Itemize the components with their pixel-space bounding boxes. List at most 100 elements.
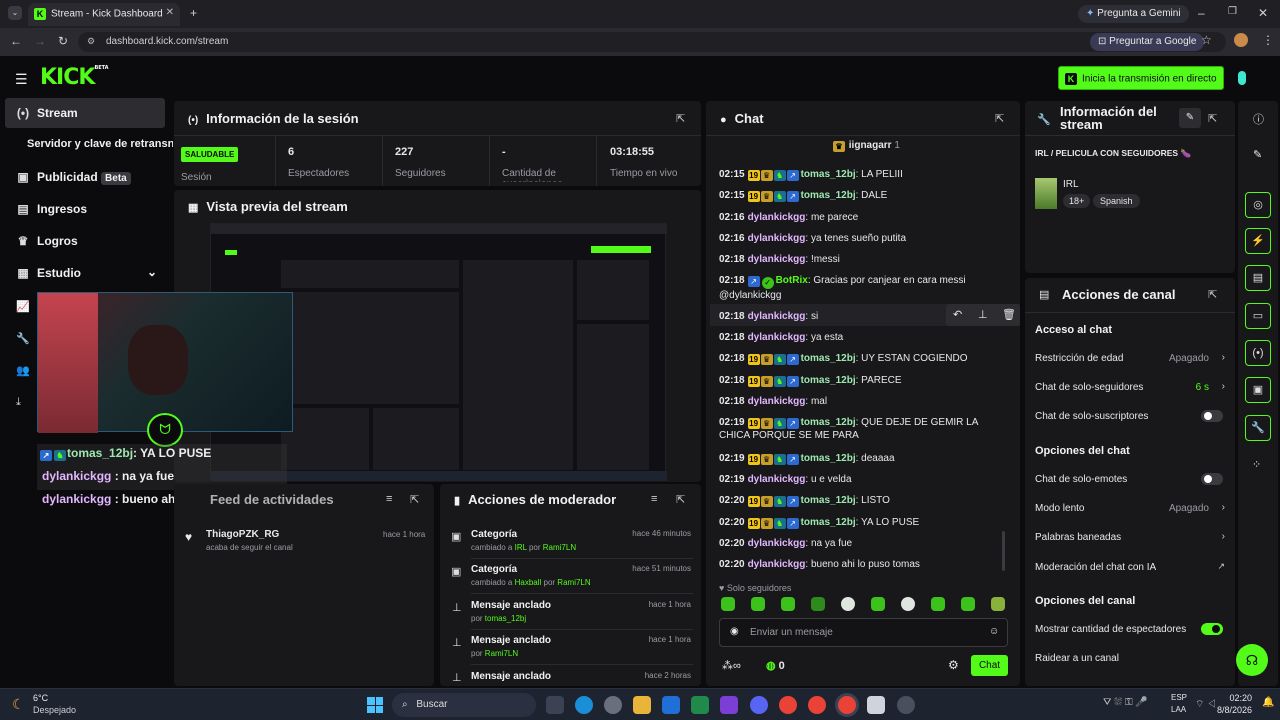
browser-tab[interactable]: K Stream - Kick Dashboard ✕ [28,3,180,26]
setting-banned-words[interactable]: Palabras baneadas › [1035,531,1225,543]
msg-user[interactable]: tomas_12bj [801,190,856,201]
edge-icon[interactable] [575,696,593,714]
setting-followers-only[interactable]: Chat de solo-seguidores 6 s › [1035,381,1225,393]
emotes-only-toggle[interactable] [1201,473,1223,485]
msg-user[interactable]: tomas_12bj [801,453,856,464]
pencil-icon[interactable]: ✎ [1253,148,1262,161]
support-headset-icon[interactable]: ☊ [1236,644,1268,676]
pin-message-icon[interactable]: ⊥ [978,308,988,321]
ask-google-button[interactable]: ⊡ Preguntar a Google [1090,33,1205,51]
taskbar-search[interactable]: ⌕ Buscar [392,693,536,717]
go-live-button[interactable]: K Inicia la transmisión en directo [1058,66,1224,90]
emote-icon[interactable] [841,597,855,611]
msg-user[interactable]: tomas_12bj [801,517,856,528]
emote-icon[interactable] [991,597,1005,611]
more-dots-icon[interactable]: ⁘ [1252,458,1261,471]
camera-button[interactable]: ◎ [1245,192,1271,218]
expand-icon[interactable]: ⇱ [1208,112,1217,125]
sidebar-item-income[interactable]: ▤ Ingresos [5,194,165,224]
maximize-icon[interactable]: ❐ [1228,6,1237,17]
chrome-active-icon[interactable] [838,696,856,714]
subscribers-only-toggle[interactable] [1201,410,1223,422]
emote-icon[interactable] [721,597,735,611]
expand-icon[interactable]: ⇱ [410,493,419,506]
info-icon[interactable]: ⓘ [1253,111,1264,127]
expand-icon[interactable]: ⇱ [1208,288,1217,301]
msg-user[interactable]: dylankickgg [748,332,806,343]
setting-slow-mode[interactable]: Modo lento Apagado › [1035,502,1225,514]
reload-icon[interactable]: ↻ [58,34,68,48]
sidebar-item-achievements[interactable]: ♛ Logros [5,226,165,256]
bookmark-star-icon[interactable]: ☆ [1201,33,1212,47]
category-thumbnail[interactable] [1035,178,1057,209]
document-button[interactable]: ▤ [1245,265,1271,291]
emote-icon[interactable] [871,597,885,611]
chat-settings-icon[interactable]: ⚙ [948,658,959,672]
msg-user[interactable]: dylankickgg [748,311,806,322]
msg-user[interactable]: tomas_12bj [801,495,856,506]
msg-user[interactable]: dylankickgg [748,538,806,549]
msg-user[interactable]: tomas_12bj [801,417,856,428]
emote-icon[interactable] [811,597,825,611]
outlook-icon[interactable] [662,696,680,714]
msg-user[interactable]: dylankickgg [748,233,806,244]
windows-start-icon[interactable] [367,697,383,713]
forward-icon[interactable]: → [34,34,46,48]
channel-points[interactable]: ◍ 0 [766,659,785,672]
broadcast-button[interactable]: (•) [1245,340,1271,366]
emote-icon[interactable] [961,597,975,611]
file-explorer-icon[interactable] [633,696,651,714]
chrome-menu-icon[interactable]: ⋮ [1262,33,1274,47]
emote-icon[interactable] [901,597,915,611]
filter-icon[interactable]: ≡ [651,493,657,505]
setting-age-restriction[interactable]: Restricción de edad Apagado › [1035,352,1225,364]
msg-user[interactable]: dylankickgg [748,474,806,485]
lightning-button[interactable]: ⚡ [1245,228,1271,254]
back-icon[interactable]: ← [10,34,22,48]
wrench-button[interactable]: 🔧 [1245,415,1271,441]
upload-icon[interactable]: ⤓ [16,396,21,409]
msg-user[interactable]: tomas_12bj [801,169,856,180]
emoji-icon[interactable]: ☺ [989,626,999,637]
show-viewers-toggle[interactable] [1201,623,1223,635]
status-indicator[interactable] [1238,71,1246,85]
excel-icon[interactable] [691,696,709,714]
discord-icon[interactable] [750,696,768,714]
msg-user[interactable]: tomas_12bj [801,375,856,386]
new-tab-icon[interactable]: + [190,6,197,20]
obs-icon[interactable] [897,696,915,714]
msg-user[interactable]: dylankickgg [748,396,806,407]
msg-user[interactable]: BotRix [776,275,808,286]
sidebar-item-ads[interactable]: ▣ Publicidad Beta [5,162,165,192]
kick-logo[interactable]: KICKBETA [40,65,109,90]
reply-icon[interactable]: ↶ [953,308,962,321]
expand-icon[interactable]: ⇱ [995,112,1004,125]
minimize-icon[interactable]: – [1198,6,1205,20]
notification-bell-icon[interactable]: 🔔 [1262,697,1274,708]
analytics-icon[interactable]: 📈 [16,300,30,313]
msg-user[interactable]: dylankickgg [748,254,806,265]
edit-pencil-icon[interactable]: ✎ [1179,108,1201,128]
msg-user[interactable]: tomas_12bj [801,353,856,364]
setting-ai-moderation[interactable]: Moderación del chat con IA ↗ [1035,561,1225,573]
chrome-icon[interactable] [779,696,797,714]
chat-button[interactable]: ▭ [1245,303,1271,329]
expand-icon[interactable]: ⇱ [676,112,685,125]
emote-icon[interactable] [781,597,795,611]
chat-message-input[interactable]: ◉ Enviar un mensaje ☺ [719,618,1008,647]
send-chat-button[interactable]: Chat [971,655,1008,676]
window-close-icon[interactable]: ✕ [1258,6,1268,20]
settings-icon[interactable] [604,696,622,714]
chrome-icon[interactable] [808,696,826,714]
filter-icon[interactable]: ≡ [386,493,392,505]
store-icon[interactable] [867,696,885,714]
delete-icon[interactable]: 🗑 [1002,308,1016,321]
sidebar-item-stream[interactable]: (•) Stream [5,98,165,128]
infinity-icon[interactable]: ⁂∞ [722,659,741,672]
msg-user[interactable]: dylankickgg [748,559,806,570]
hamburger-menu-icon[interactable]: ☰ [15,71,28,88]
pinned-user[interactable]: ♛ iignagarr 1 [833,140,900,152]
expand-icon[interactable]: ⇱ [676,493,685,506]
tab-search-icon[interactable]: ⌄ [8,6,22,20]
wrench-icon[interactable]: 🔧 [16,332,30,345]
